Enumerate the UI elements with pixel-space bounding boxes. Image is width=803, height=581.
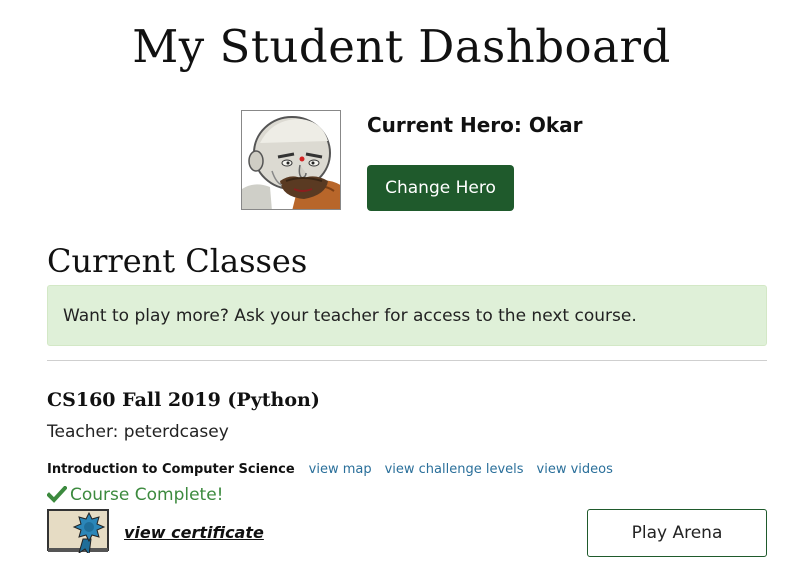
current-classes-heading: Current Classes xyxy=(47,242,308,280)
view-certificate-link[interactable]: view certificate xyxy=(124,523,264,542)
teacher-name: Teacher: peterdcasey xyxy=(47,422,229,442)
class-name: CS160 Fall 2019 (Python) xyxy=(47,389,320,411)
hero-portrait-icon xyxy=(241,110,341,210)
view-challenge-levels-link[interactable]: view challenge levels xyxy=(385,462,524,477)
current-hero-label: Current Hero: Okar xyxy=(367,113,583,137)
view-videos-link[interactable]: view videos xyxy=(537,462,613,477)
course-complete-status: Course Complete! xyxy=(47,485,224,505)
page-title: My Student Dashboard xyxy=(132,20,671,73)
certificate-icon[interactable] xyxy=(47,509,109,553)
section-divider xyxy=(47,360,767,361)
course-title: Introduction to Computer Science xyxy=(47,462,295,477)
view-map-link[interactable]: view map xyxy=(309,462,372,477)
course-complete-text: Course Complete! xyxy=(70,485,224,505)
next-course-alert: Want to play more? Ask your teacher for … xyxy=(47,285,767,346)
checkmark-icon xyxy=(47,486,67,503)
change-hero-button[interactable]: Change Hero xyxy=(367,165,514,211)
student-dashboard: My Student Dashboard Current Hero: Okar … xyxy=(0,0,803,581)
play-arena-button[interactable]: Play Arena xyxy=(587,509,767,557)
course-row: Introduction to Computer Science view ma… xyxy=(47,462,626,477)
